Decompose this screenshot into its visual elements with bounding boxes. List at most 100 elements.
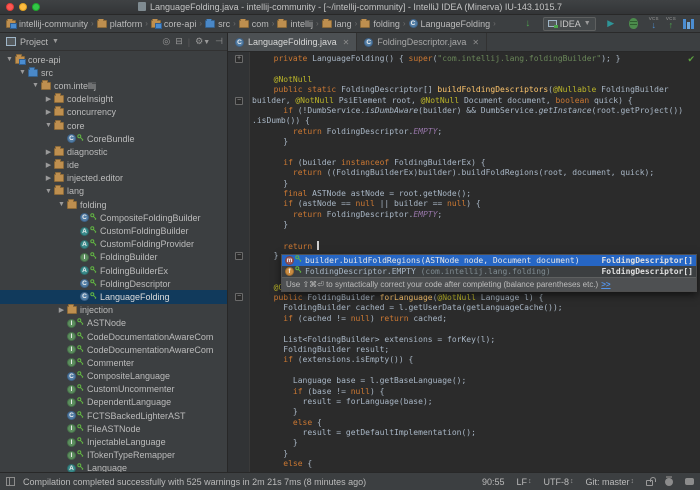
tree-expand-icon[interactable]: ▼ — [43, 122, 54, 129]
tree-item-codeInsight[interactable]: ▶ codeInsight — [0, 93, 227, 106]
tree-item-core[interactable]: ▼core — [0, 119, 227, 132]
tree-item-ide[interactable]: ▶ide — [0, 159, 227, 172]
inspection-ok-icon[interactable]: ✔ — [687, 54, 695, 65]
breadcrumb-item-LanguageFolding[interactable]: CLanguageFolding — [409, 19, 491, 29]
tree-expand-icon[interactable]: ▼ — [43, 188, 54, 195]
lock-icon[interactable] — [646, 480, 653, 486]
tree-item-CodeDocumentationAwareCom[interactable]: ICodeDocumentationAwareCom — [0, 343, 227, 356]
tree-expand-icon[interactable]: ▶ — [43, 148, 54, 156]
locate-file-icon[interactable]: ◎ — [162, 36, 170, 47]
breadcrumb-item-intellij-community[interactable]: intellij-community — [6, 19, 88, 29]
highlighting-level-icon[interactable] — [665, 478, 673, 486]
collapse-all-icon[interactable]: ⊟ — [175, 36, 183, 47]
fold-marker-expanded[interactable]: − — [235, 252, 243, 260]
breadcrumb-item-intellij[interactable]: intellij — [277, 19, 313, 29]
tree-item-FCTSBackedLighterAST[interactable]: CFCTSBackedLighterAST — [0, 409, 227, 422]
tree-item-label: Language — [87, 463, 127, 472]
breadcrumb-item-folding[interactable]: folding — [360, 19, 400, 29]
editor[interactable]: + − − − private LanguageFolding() { supe… — [228, 52, 700, 472]
tree-item-src[interactable]: ▼src — [0, 66, 227, 79]
tree-expand-icon[interactable]: ▶ — [43, 161, 54, 169]
tree-expand-icon[interactable]: ▼ — [17, 69, 28, 76]
tree-expand-icon[interactable]: ▶ — [43, 108, 54, 116]
breadcrumb-item-lang[interactable]: lang — [322, 19, 352, 29]
tree-expand-icon[interactable]: ▶ — [43, 174, 54, 182]
fold-marker-expanded[interactable]: − — [235, 293, 243, 301]
tree-item-injection[interactable]: ▶injection — [0, 304, 227, 317]
breadcrumb-item-com[interactable]: com — [239, 19, 269, 29]
gear-icon[interactable]: ⚙▼ — [195, 36, 210, 47]
tree-item-label: FoldingDescriptor — [100, 279, 171, 289]
tree-item-lang[interactable]: ▼lang — [0, 185, 227, 198]
tree-item-InjectableLanguage[interactable]: IInjectableLanguage — [0, 435, 227, 448]
tree-item-ASTNode[interactable]: IASTNode — [0, 317, 227, 330]
completion-item[interactable]: mbuilder.buildFoldRegions(ASTNode node, … — [282, 255, 696, 266]
breadcrumb-item-src[interactable]: src — [205, 19, 230, 29]
tree-item-CoreBundle[interactable]: CCoreBundle — [0, 132, 227, 145]
run-configuration-select[interactable]: IDEA ▼ — [543, 17, 596, 31]
caret-position[interactable]: 90:55 — [482, 477, 505, 487]
tree-item-core-api[interactable]: ▼core-api — [0, 53, 227, 66]
tool-window-switcher-icon[interactable] — [6, 477, 15, 486]
tree-expand-icon[interactable]: ▼ — [56, 201, 67, 208]
tree-item-CustomFoldingBuilder[interactable]: ACustomFoldingBuilder — [0, 224, 227, 237]
tree-item-folding[interactable]: ▼folding — [0, 198, 227, 211]
public-key-icon — [77, 411, 84, 421]
status-message[interactable]: Compilation completed successfully with … — [23, 477, 366, 487]
tree-item-label: concurrency — [67, 107, 116, 117]
close-tab-icon[interactable]: ✕ — [343, 38, 350, 47]
tree-item-FileASTNode[interactable]: IFileASTNode — [0, 422, 227, 435]
tab-FoldingDescriptor.java[interactable]: CFoldingDescriptor.java✕ — [357, 33, 487, 51]
tree-item-Language[interactable]: ALanguage — [0, 462, 227, 472]
public-key-icon — [77, 397, 84, 407]
tree-item-DependentLanguage[interactable]: IDependentLanguage — [0, 396, 227, 409]
tree-expand-icon[interactable]: ▼ — [30, 82, 41, 89]
hint-more-link[interactable]: >> — [601, 280, 610, 289]
tree-item-FoldingBuilder[interactable]: IFoldingBuilder — [0, 251, 227, 264]
tree-item-FoldingBuilderEx[interactable]: AFoldingBuilderEx — [0, 264, 227, 277]
tree-item-CustomUncommenter[interactable]: ICustomUncommenter — [0, 383, 227, 396]
tree-item-LanguageFolding[interactable]: CLanguageFolding — [0, 290, 227, 303]
public-key-icon — [90, 239, 97, 249]
debug-icon[interactable] — [626, 17, 642, 31]
fold-marker-collapsed[interactable]: + — [235, 55, 243, 63]
tab-LanguageFolding.java[interactable]: CLanguageFolding.java✕ — [228, 33, 357, 51]
tree-item-CompositeLanguage[interactable]: CCompositeLanguage — [0, 370, 227, 383]
vcs-update-icon[interactable]: VCS↓ — [649, 17, 659, 31]
completion-item[interactable]: fFoldingDescriptor.EMPTY (com.intellij.l… — [282, 266, 696, 277]
close-tab-icon[interactable]: ✕ — [472, 38, 479, 47]
tree-item-FoldingDescriptor[interactable]: CFoldingDescriptor — [0, 277, 227, 290]
line-ending-selector[interactable]: LF↕ — [516, 477, 531, 487]
tree-expand-icon[interactable]: ▼ — [4, 56, 15, 63]
tree-item-CustomFoldingProvider[interactable]: ACustomFoldingProvider — [0, 238, 227, 251]
vcs-commit-icon[interactable]: VCS↑ — [666, 17, 676, 31]
tree-item-label: codeInsight — [67, 94, 113, 104]
breadcrumb-item-core-api[interactable]: core-api — [151, 19, 197, 29]
tree-item-Commenter[interactable]: ICommenter — [0, 356, 227, 369]
tree-item-com.intellij[interactable]: ▼com.intellij — [0, 79, 227, 92]
tree-item-injected.editor[interactable]: ▶injected.editor — [0, 172, 227, 185]
fold-marker-expanded[interactable]: − — [235, 97, 243, 105]
project-view-chevron-icon[interactable]: ▼ — [52, 38, 59, 45]
class-icon: C — [67, 372, 76, 381]
encoding-selector[interactable]: UTF-8↕ — [543, 477, 573, 487]
git-branch-selector[interactable]: Git: master↕ — [585, 477, 634, 487]
hide-panel-icon[interactable]: ⊣ — [215, 36, 223, 47]
tree-item-ITokenTypeRemapper[interactable]: IITokenTypeRemapper — [0, 449, 227, 462]
completion-popup: mbuilder.buildFoldRegions(ASTNode node, … — [281, 254, 697, 292]
tree-item-concurrency[interactable]: ▶ concurrency — [0, 106, 227, 119]
tree-item-diagnostic[interactable]: ▶diagnostic — [0, 145, 227, 158]
run-icon[interactable]: ▶ — [603, 17, 619, 31]
make-project-icon[interactable]: ↓ — [520, 17, 536, 31]
breadcrumb-item-platform[interactable]: platform — [97, 19, 143, 29]
code-line: } — [250, 407, 700, 417]
tree-expand-icon[interactable]: ▶ — [43, 95, 54, 103]
tree-expand-icon[interactable]: ▶ — [56, 306, 67, 314]
event-log-icon[interactable] — [685, 478, 694, 485]
public-key-icon — [77, 463, 84, 472]
project-structure-icon[interactable] — [683, 19, 694, 29]
tree-item-CodeDocumentationAwareCom[interactable]: ICodeDocumentationAwareCom — [0, 330, 227, 343]
code-line: builder, @NotNull PsiElement root, @NotN… — [250, 96, 700, 106]
editor-gutter — [228, 52, 250, 472]
tree-item-CompositeFoldingBuilder[interactable]: CCompositeFoldingBuilder — [0, 211, 227, 224]
